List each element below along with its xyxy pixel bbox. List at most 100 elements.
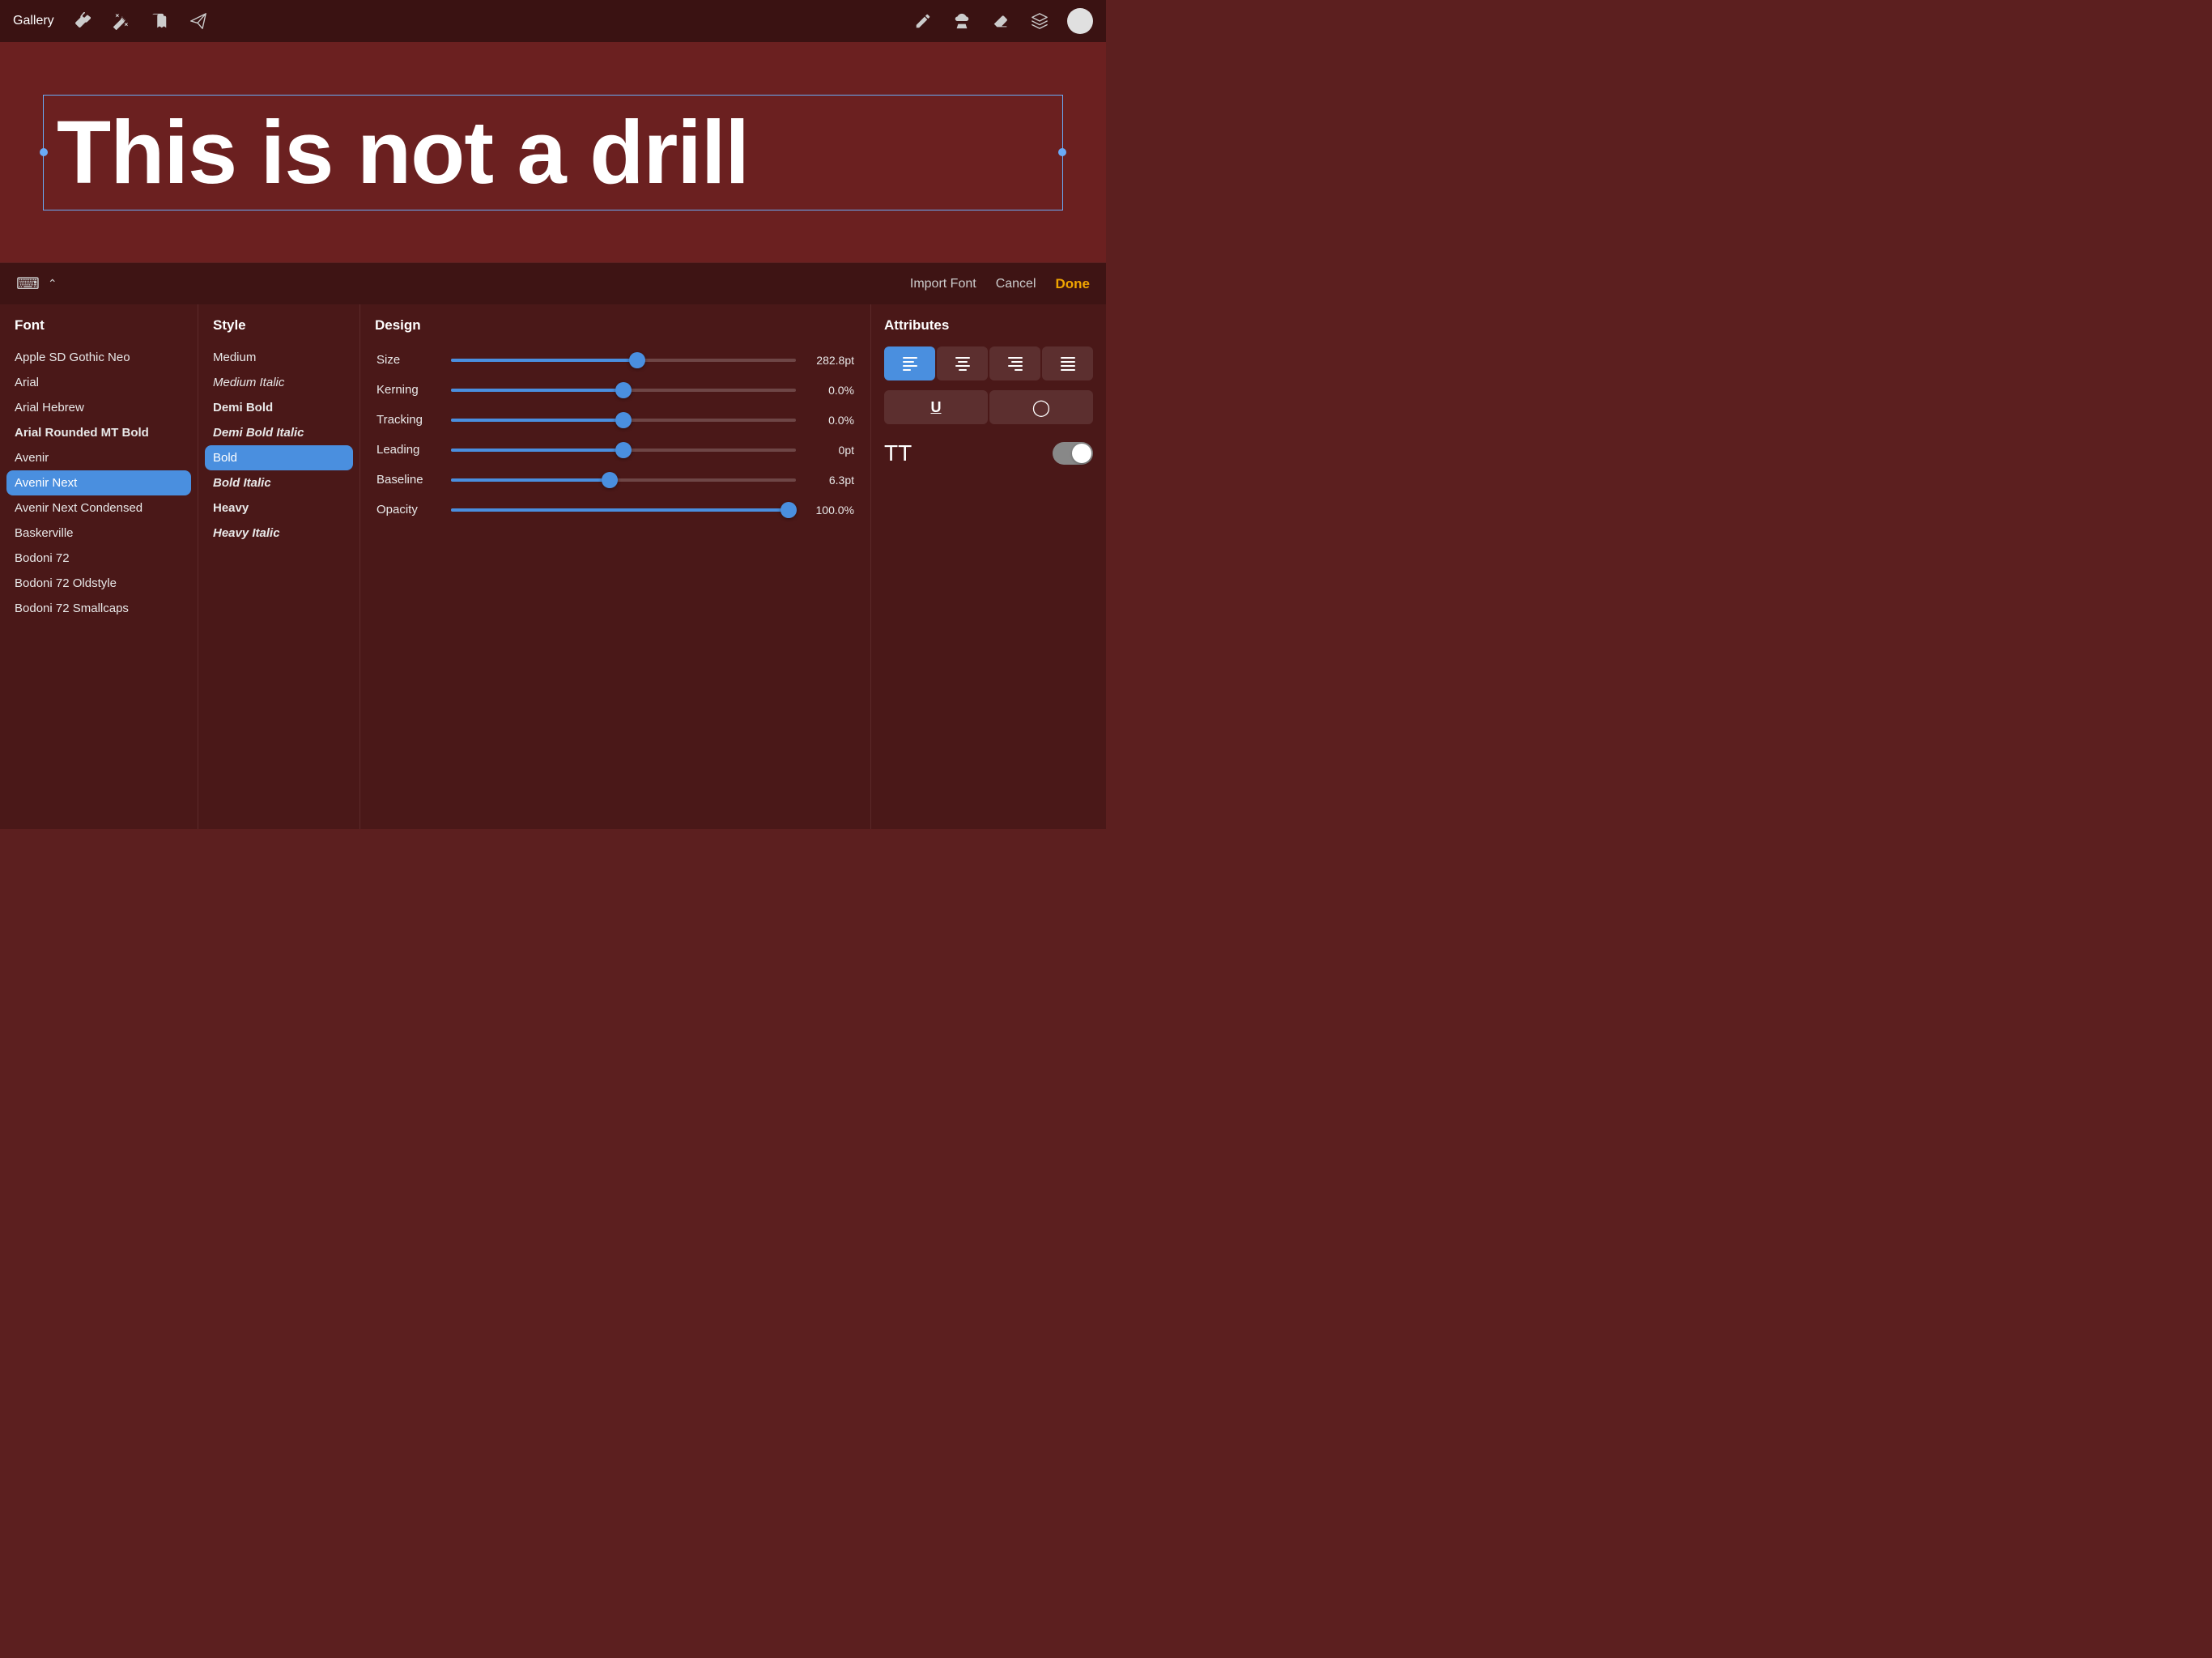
style-column: Style MediumMedium ItalicDemi BoldDemi B… (198, 304, 360, 829)
handle-right[interactable] (1058, 148, 1066, 156)
slider-track[interactable] (451, 419, 796, 422)
font-item[interactable]: Arial Hebrew (0, 395, 198, 420)
align-left-button[interactable] (884, 346, 935, 380)
panel-toolbar-right: Import Font Cancel Done (910, 276, 1090, 292)
toggle-knob (1072, 444, 1091, 463)
text-box[interactable]: This is not a drill (43, 95, 1063, 210)
design-value: 282.8pt (806, 354, 854, 367)
font-column: Font Apple SD Gothic NeoArialArial Hebre… (0, 304, 198, 829)
font-item[interactable]: Baskerville (0, 521, 198, 546)
design-label: Kerning (376, 383, 441, 397)
design-value: 0.0% (806, 414, 854, 427)
design-row: Opacity 100.0% (360, 495, 870, 525)
toolbar-right (912, 8, 1093, 34)
slider-thumb[interactable] (615, 442, 632, 458)
top-toolbar: Gallery (0, 0, 1106, 42)
style-item[interactable]: Medium (198, 345, 359, 370)
canvas-text: This is not a drill (57, 103, 749, 202)
import-font-button[interactable]: Import Font (910, 277, 976, 291)
panel-content: Font Apple SD Gothic NeoArialArial Hebre… (0, 304, 1106, 829)
avatar[interactable] (1067, 8, 1093, 34)
font-item[interactable]: Bodoni 72 Oldstyle (0, 571, 198, 596)
design-label: Tracking (376, 413, 441, 427)
font-item[interactable]: Avenir Next (6, 470, 191, 495)
style-item[interactable]: Demi Bold (198, 395, 359, 420)
pencil-icon[interactable] (951, 10, 973, 32)
font-list: Apple SD Gothic NeoArialArial HebrewAria… (0, 345, 198, 621)
design-label: Opacity (376, 503, 441, 517)
slider-track[interactable] (451, 389, 796, 392)
font-item[interactable]: Arial (0, 370, 198, 395)
font-item[interactable]: Bodoni 72 (0, 546, 198, 571)
design-label: Leading (376, 443, 441, 457)
handle-left[interactable] (40, 148, 48, 156)
design-row: Tracking 0.0% (360, 405, 870, 435)
font-item[interactable]: Apple SD Gothic Neo (0, 345, 198, 370)
style-item[interactable]: Heavy Italic (198, 521, 359, 546)
design-rows: Size 282.8pt Kerning 0.0% Tracking 0.0% Leadin… (360, 345, 870, 525)
design-row: Baseline6.3pt (360, 465, 870, 495)
style-item[interactable]: Heavy (198, 495, 359, 521)
script-icon[interactable] (148, 10, 171, 32)
underline-button[interactable]: U (884, 390, 988, 424)
style-column-header: Style (198, 311, 359, 345)
slider-track[interactable] (451, 508, 796, 512)
align-center-icon (955, 357, 970, 371)
format-group: U ◯ (884, 390, 1093, 424)
font-item[interactable]: Bodoni 72 Smallcaps (0, 596, 198, 621)
align-justify-icon (1061, 357, 1075, 371)
send-icon[interactable] (187, 10, 210, 32)
outline-button[interactable]: ◯ (989, 390, 1093, 424)
align-left-icon (903, 357, 917, 371)
panel-toolbar: ⌨ ⌃ Import Font Cancel Done (0, 262, 1106, 304)
gallery-button[interactable]: Gallery (13, 14, 54, 28)
panel-toolbar-left: ⌨ ⌃ (16, 274, 57, 294)
slider-track[interactable] (451, 478, 796, 482)
design-row: Kerning 0.0% (360, 375, 870, 405)
slider-thumb[interactable] (615, 412, 632, 428)
style-item[interactable]: Demi Bold Italic (198, 420, 359, 445)
design-value: 0pt (806, 444, 854, 457)
design-value: 6.3pt (806, 474, 854, 487)
style-item[interactable]: Medium Italic (198, 370, 359, 395)
canvas-area: This is not a drill (0, 42, 1106, 262)
align-right-button[interactable] (989, 346, 1040, 380)
design-value: 100.0% (806, 504, 854, 517)
pen-icon[interactable] (912, 10, 934, 32)
eraser-icon[interactable] (989, 10, 1012, 32)
slider-thumb[interactable] (602, 472, 618, 488)
design-row: Size 282.8pt (360, 345, 870, 375)
slider-thumb[interactable] (781, 502, 797, 518)
font-item[interactable]: Avenir (0, 445, 198, 470)
cancel-button[interactable]: Cancel (996, 277, 1036, 291)
chevron-up-icon[interactable]: ⌃ (48, 277, 57, 291)
align-center-button[interactable] (937, 346, 988, 380)
layers-icon[interactable] (1028, 10, 1051, 32)
slider-track[interactable] (451, 449, 796, 452)
magic-wand-icon[interactable] (109, 10, 132, 32)
keyboard-icon: ⌨ (16, 274, 40, 294)
attributes-header: Attributes (884, 311, 1093, 346)
design-value: 0.0% (806, 384, 854, 397)
toolbar-left: Gallery (13, 10, 210, 32)
alignment-group (884, 346, 1093, 380)
font-item[interactable]: Avenir Next Condensed (0, 495, 198, 521)
wrench-icon[interactable] (70, 10, 93, 32)
align-justify-button[interactable] (1042, 346, 1093, 380)
tt-toggle[interactable] (1053, 442, 1093, 465)
design-row: Leading 0pt (360, 435, 870, 465)
attributes-column: Attributes (871, 304, 1106, 829)
tt-row: TT (884, 436, 1093, 471)
font-item[interactable]: Arial Rounded MT Bold (0, 420, 198, 445)
design-column-header: Design (360, 311, 870, 345)
slider-track[interactable] (451, 359, 796, 362)
done-button[interactable]: Done (1056, 276, 1091, 292)
style-item[interactable]: Bold Italic (198, 470, 359, 495)
slider-thumb[interactable] (629, 352, 645, 368)
align-right-icon (1008, 357, 1023, 371)
style-item[interactable]: Bold (205, 445, 353, 470)
style-list: MediumMedium ItalicDemi BoldDemi Bold It… (198, 345, 359, 546)
design-label: Size (376, 353, 441, 367)
bottom-panel: ⌨ ⌃ Import Font Cancel Done Font Apple S… (0, 262, 1106, 829)
slider-thumb[interactable] (615, 382, 632, 398)
